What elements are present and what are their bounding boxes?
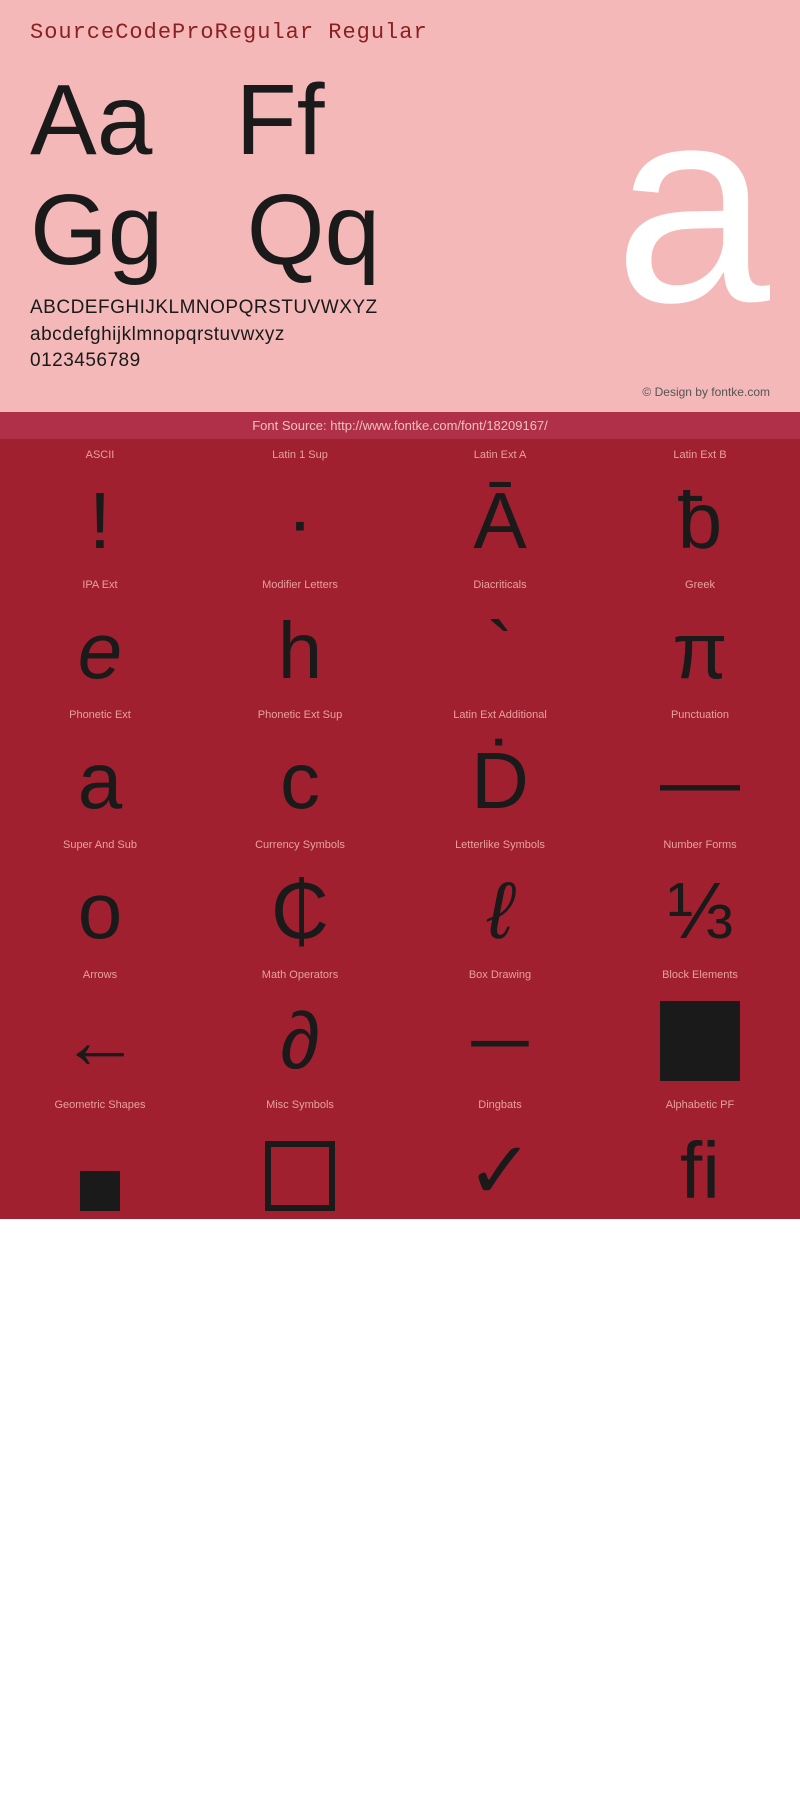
- cell-currency: Currency Symbols ₵: [200, 829, 400, 959]
- cell-arrows: Arrows ←: [0, 959, 200, 1089]
- cell-diacriticals: Diacriticals `: [400, 569, 600, 699]
- glyph-letterlike: ℓ: [487, 871, 513, 951]
- label-miscsymbols: Misc Symbols: [200, 1099, 400, 1111]
- specimen-letters-row1: Aa Ff Gg Qq: [30, 65, 380, 285]
- glyph-numberforms: ⅓: [667, 871, 734, 951]
- glyph-superandsub: o: [78, 871, 123, 951]
- cell-greek: Greek π: [600, 569, 800, 699]
- cell-latin1sup: Latin 1 Sup ·: [200, 439, 400, 569]
- glyph-phoneticext: a: [78, 741, 123, 821]
- grid-row-1: ASCII ! Latin 1 Sup · Latin Ext A Ā Lati…: [0, 439, 800, 569]
- cell-ipaext: IPA Ext e: [0, 569, 200, 699]
- big-letter-a: a: [614, 65, 770, 345]
- grid-row-4: Super And Sub o Currency Symbols ₵ Lette…: [0, 829, 800, 959]
- specimen-section: SourceCodeProRegular Regular Aa Ff Gg Qq…: [0, 0, 800, 412]
- label-superandsub: Super And Sub: [0, 839, 200, 851]
- glyph-diacriticals: `: [487, 611, 514, 691]
- label-mathops: Math Operators: [200, 969, 400, 981]
- cell-latinextb: Latin Ext B ƀ: [600, 439, 800, 569]
- label-blockelements: Block Elements: [600, 969, 800, 981]
- label-diacriticals: Diacriticals: [400, 579, 600, 591]
- label-alphabeticpf: Alphabetic PF: [600, 1099, 800, 1111]
- glyph-arrows: ←: [60, 1001, 140, 1081]
- cell-superandsub: Super And Sub o: [0, 829, 200, 959]
- cell-ascii: ASCII !: [0, 439, 200, 569]
- label-phoneticextsup: Phonetic Ext Sup: [200, 709, 400, 721]
- cell-alphabeticpf: Alphabetic PF ﬁ: [600, 1089, 800, 1219]
- cell-geoshapes: Geometric Shapes: [0, 1089, 200, 1219]
- copyright: © Design by fontke.com: [30, 380, 770, 402]
- label-phoneticext: Phonetic Ext: [0, 709, 200, 721]
- grid-row-2: IPA Ext e Modifier Letters h Diacritical…: [0, 569, 800, 699]
- label-latinextadd: Latin Ext Additional: [400, 709, 600, 721]
- cell-numberforms: Number Forms ⅓: [600, 829, 800, 959]
- glyph-punctuation: —: [660, 741, 740, 821]
- label-latinextb: Latin Ext B: [600, 449, 800, 461]
- letters-gq: Gg Qq: [30, 175, 380, 285]
- glyph-dingbats: ✓: [466, 1131, 533, 1211]
- label-ascii: ASCII: [0, 449, 200, 461]
- cell-miscsymbols: Misc Symbols: [200, 1089, 400, 1219]
- grid-row-3: Phonetic Ext a Phonetic Ext Sup c Latin …: [0, 699, 800, 829]
- label-modletters: Modifier Letters: [200, 579, 400, 591]
- glyph-phoneticextsup: c: [280, 741, 320, 821]
- glyph-ascii: !: [89, 481, 111, 561]
- glyph-geoshapes: [80, 1171, 120, 1211]
- label-ipaext: IPA Ext: [0, 579, 200, 591]
- glyph-grid: ASCII ! Latin 1 Sup · Latin Ext A Ā Lati…: [0, 439, 800, 1219]
- label-boxdrawing: Box Drawing: [400, 969, 600, 981]
- glyph-latin1sup: ·: [287, 481, 314, 561]
- label-punctuation: Punctuation: [600, 709, 800, 721]
- cell-blockelements: Block Elements: [600, 959, 800, 1089]
- label-numberforms: Number Forms: [600, 839, 800, 851]
- glyph-alphabeticpf: ﬁ: [680, 1131, 720, 1211]
- glyph-latinextb: ƀ: [678, 481, 723, 561]
- glyph-ipaext: e: [78, 611, 123, 691]
- cell-mathops: Math Operators ∂: [200, 959, 400, 1089]
- grid-row-5: Arrows ← Math Operators ∂ Box Drawing ─ …: [0, 959, 800, 1089]
- cell-phoneticext: Phonetic Ext a: [0, 699, 200, 829]
- glyph-miscsymbols: [265, 1141, 335, 1211]
- cell-modletters: Modifier Letters h: [200, 569, 400, 699]
- glyph-latinexta: Ā: [473, 481, 526, 561]
- glyph-mathops: ∂: [280, 1001, 320, 1081]
- letters-af: Aa Ff: [30, 65, 380, 175]
- cell-latinextadd: Latin Ext Additional Ḋ: [400, 699, 600, 829]
- label-greek: Greek: [600, 579, 800, 591]
- font-title: SourceCodeProRegular Regular: [30, 20, 770, 45]
- cell-latinexta: Latin Ext A Ā: [400, 439, 600, 569]
- cell-letterlike: Letterlike Symbols ℓ: [400, 829, 600, 959]
- glyph-greek: π: [672, 611, 727, 691]
- label-currency: Currency Symbols: [200, 839, 400, 851]
- glyph-currency: ₵: [271, 871, 329, 951]
- grid-row-6: Geometric Shapes Misc Symbols Dingbats ✓…: [0, 1089, 800, 1219]
- cell-boxdrawing: Box Drawing ─: [400, 959, 600, 1089]
- source-bar: Font Source: http://www.fontke.com/font/…: [0, 412, 800, 439]
- glyph-latinextadd: Ḋ: [471, 741, 529, 821]
- label-latinexta: Latin Ext A: [400, 449, 600, 461]
- cell-punctuation: Punctuation —: [600, 699, 800, 829]
- label-geoshapes: Geometric Shapes: [0, 1099, 200, 1111]
- label-letterlike: Letterlike Symbols: [400, 839, 600, 851]
- cell-phoneticextsup: Phonetic Ext Sup c: [200, 699, 400, 829]
- glyph-modletters: h: [278, 611, 323, 691]
- glyph-blockelements: [660, 1001, 740, 1081]
- label-latin1sup: Latin 1 Sup: [200, 449, 400, 461]
- glyph-boxdrawing: ─: [472, 1001, 529, 1081]
- label-dingbats: Dingbats: [400, 1099, 600, 1111]
- cell-dingbats: Dingbats ✓: [400, 1089, 600, 1219]
- label-arrows: Arrows: [0, 969, 200, 981]
- specimen-row-1: Aa Ff Gg Qq a: [30, 65, 770, 285]
